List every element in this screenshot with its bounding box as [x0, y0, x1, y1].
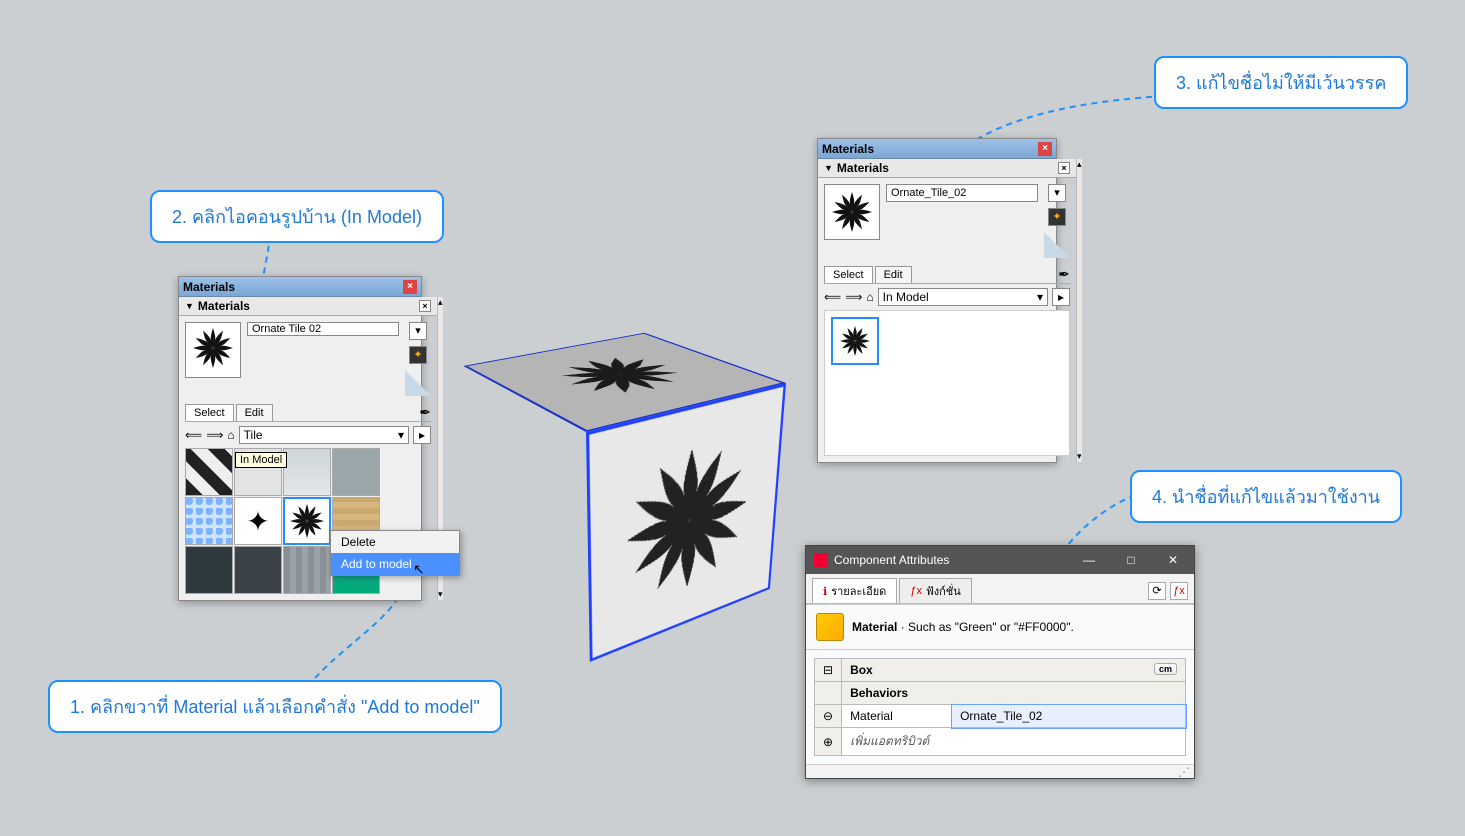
section-header: Behaviors [842, 682, 1186, 705]
collapse-icon[interactable]: ▼ [824, 163, 833, 173]
eyedropper-icon[interactable]: ✒ [1058, 266, 1070, 283]
current-material-swatch[interactable] [185, 322, 241, 378]
panel-subheader[interactable]: ▼ Materials × [179, 297, 437, 316]
in-model-icon[interactable]: ⌂ [866, 290, 873, 304]
tile-swatch-selected[interactable] [831, 317, 879, 365]
minimize-icon[interactable]: × [419, 300, 431, 312]
attr-name-material: Material [842, 705, 952, 728]
panel-titlebar[interactable]: Materials × [818, 139, 1056, 159]
tab-edit[interactable]: Edit [236, 404, 273, 421]
current-material-swatch[interactable] [824, 184, 880, 240]
nav-fwd-icon[interactable]: ⟹ [206, 428, 223, 442]
sketchup-icon [814, 553, 828, 567]
refresh-icon[interactable]: ⟳ [1148, 582, 1166, 600]
fx-toggle-icon[interactable]: ƒx [1170, 582, 1188, 600]
attribute-description: Material · Such as "Green" or "#FF0000". [806, 604, 1194, 650]
tab-functions[interactable]: ƒxฟังก์ชั่น [899, 578, 971, 603]
details-icon[interactable]: ▸ [1052, 288, 1070, 306]
callout-step-3: 3. แก้ไขชื่อไม่ให้มีเว้นวรรค [1154, 56, 1408, 109]
context-menu: Delete Add to model [330, 530, 460, 576]
unit-badge[interactable]: cm [1154, 663, 1177, 675]
scroll-down-icon[interactable]: ▾ [438, 589, 443, 600]
tile-swatch[interactable] [332, 448, 380, 496]
minimize-button[interactable]: — [1076, 553, 1102, 567]
panel-title: Materials [183, 280, 235, 294]
table-group-header: Box cm [842, 659, 1186, 682]
nav-back-icon[interactable]: ⟸ [185, 428, 202, 442]
library-dropdown-label: Tile [244, 428, 263, 442]
close-icon[interactable]: × [1038, 142, 1052, 156]
add-attribute-row[interactable]: เพิ่มแอตทริบิวต์ [842, 728, 1186, 756]
ornate-flower-icon [193, 328, 233, 373]
library-dropdown-label: In Model [883, 290, 929, 304]
collapse-icon[interactable]: ▼ [185, 301, 194, 311]
add-attr-icon[interactable]: ⊕ [815, 728, 842, 756]
tile-swatch[interactable] [185, 497, 233, 545]
attributes-table: ⊟ Box cm Behaviors ⊖ Material Ornate_Til… [814, 658, 1186, 756]
details-icon[interactable]: ▸ [413, 426, 431, 444]
resize-grip[interactable]: ⋰ [806, 764, 1194, 778]
callout-step-2: 2. คลิกไอคอนรูปบ้าน (In Model) [150, 190, 444, 243]
cursor-icon: ↖ [413, 561, 425, 578]
component-attributes-window: Component Attributes — □ ✕ ℹรายละเอียด ƒ… [805, 545, 1195, 779]
panel-subheader[interactable]: ▼ Materials × [818, 159, 1076, 178]
panel-sub-label: Materials [198, 299, 250, 313]
callout-step-4: 4. นำชื่อที่แก้ไขแล้วมาใช้งาน [1130, 470, 1402, 523]
in-model-icon[interactable]: ⌂ [227, 428, 234, 442]
tile-swatch[interactable] [234, 546, 282, 594]
tab-details[interactable]: ℹรายละเอียด [812, 578, 897, 603]
material-name-input[interactable] [886, 184, 1038, 202]
scroll-up-icon[interactable]: ▴ [438, 297, 443, 308]
chevron-down-icon: ▾ [1037, 290, 1043, 304]
chevron-down-icon: ▾ [398, 428, 404, 442]
nav-fwd-icon[interactable]: ⟹ [845, 290, 862, 304]
sample-paint-icon[interactable]: ▾ [1048, 184, 1066, 202]
materials-panel-right: Materials × ▼ Materials × ▾ ✦ [817, 138, 1057, 463]
create-material-icon[interactable]: ✦ [1048, 208, 1066, 226]
tile-swatch[interactable] [185, 546, 233, 594]
nav-back-icon[interactable]: ⟸ [824, 290, 841, 304]
row-toggle[interactable]: ⊖ [815, 705, 842, 728]
tab-select[interactable]: Select [185, 404, 234, 421]
collapse-toggle[interactable]: ⊟ [815, 659, 842, 682]
tile-swatch[interactable] [283, 546, 331, 594]
tile-swatch[interactable] [185, 448, 233, 496]
panel-titlebar[interactable]: Materials × [179, 277, 421, 297]
sample-paint-icon[interactable]: ▾ [409, 322, 427, 340]
library-dropdown[interactable]: In Model ▾ [878, 288, 1048, 306]
maximize-button[interactable]: □ [1118, 553, 1144, 567]
minimize-icon[interactable]: × [1058, 162, 1070, 174]
scroll-down-icon[interactable]: ▾ [1077, 451, 1082, 462]
panel-title: Materials [822, 142, 874, 156]
in-model-tooltip: In Model [235, 452, 287, 468]
callout-step-1: 1. คลิกขวาที่ Material แล้วเลือกคำสั่ง "… [48, 680, 502, 733]
tab-select[interactable]: Select [824, 266, 873, 283]
window-title: Component Attributes [834, 553, 949, 567]
scroll-up-icon[interactable]: ▴ [1077, 159, 1082, 170]
close-button[interactable]: ✕ [1160, 553, 1186, 567]
ctx-add-to-model[interactable]: Add to model [331, 553, 459, 575]
eyedropper-icon[interactable]: ✒ [419, 404, 431, 421]
viewport-cube [470, 330, 770, 630]
default-color-icon[interactable] [405, 370, 431, 396]
tab-edit[interactable]: Edit [875, 266, 912, 283]
tile-swatch-selected[interactable] [283, 497, 331, 545]
ctx-delete[interactable]: Delete [331, 531, 459, 553]
material-name-input[interactable] [247, 322, 399, 336]
window-titlebar[interactable]: Component Attributes — □ ✕ [806, 546, 1194, 574]
tile-swatch[interactable]: ✦ [234, 497, 282, 545]
library-dropdown[interactable]: Tile ▾ [239, 426, 409, 444]
component-icon [816, 613, 844, 641]
material-grid: ✦ [179, 448, 437, 600]
tile-swatch[interactable] [283, 448, 331, 496]
close-icon[interactable]: × [403, 280, 417, 294]
default-color-icon[interactable] [1044, 232, 1070, 258]
create-material-icon[interactable]: ✦ [409, 346, 427, 364]
panel-sub-label: Materials [837, 161, 889, 175]
attr-value-material[interactable]: Ornate_Tile_02 [952, 705, 1186, 728]
